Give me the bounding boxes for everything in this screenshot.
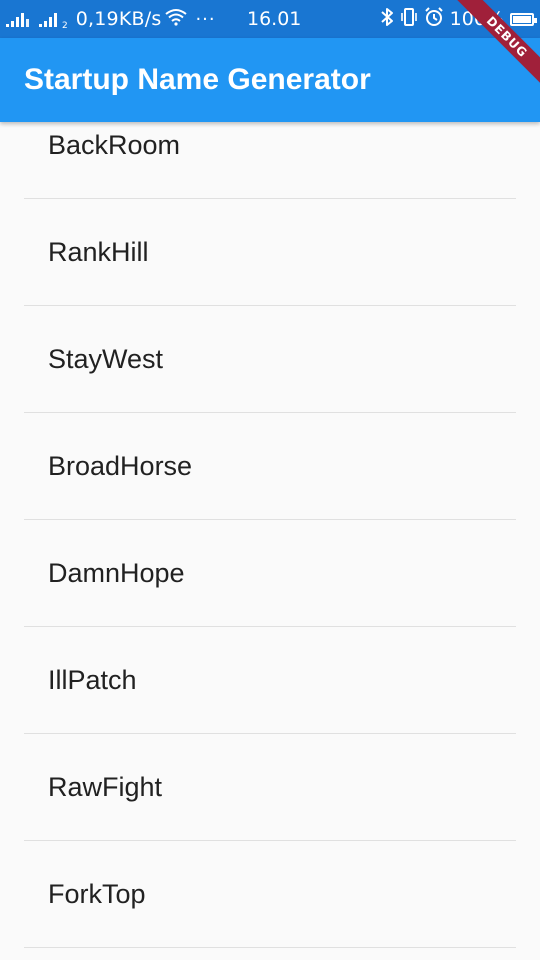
list-item[interactable]: RankHill [24, 199, 516, 306]
status-time: 16.01 [247, 8, 302, 30]
battery-icon [510, 12, 537, 26]
list-item[interactable]: BackRoom [24, 122, 516, 199]
list-item-label: RankHill [48, 237, 149, 267]
list-item[interactable]: ForkTop [24, 841, 516, 948]
signal-icon-sim2 [39, 11, 57, 27]
list-item-label: ForkTop [48, 879, 146, 909]
more-notifications-icon: ··· [195, 8, 216, 30]
network-speed: 0,19KB/s [75, 8, 162, 30]
list-item-label: BroadHorse [48, 451, 193, 481]
signal-icon [6, 11, 29, 27]
list-item[interactable]: StayWest [24, 306, 516, 413]
list-content: BackRoom RankHill StayWest BroadHorse Da… [0, 122, 540, 948]
status-bar: 2 0,19KB/s ··· 16.01 [0, 0, 540, 38]
app-title: Startup Name Generator [24, 63, 371, 96]
list-item-label: IllPatch [48, 665, 137, 695]
list-item[interactable]: IllPatch [24, 627, 516, 734]
app-bar: Startup Name Generator [0, 38, 540, 122]
wifi-icon [165, 8, 188, 31]
alarm-icon [424, 6, 444, 32]
list-item-label: BackRoom [48, 130, 181, 160]
sim-tag: 2 [62, 20, 68, 31]
list-item[interactable]: DamnHope [24, 520, 516, 627]
list-item-label: RawFight [48, 772, 163, 802]
list-item-label: DamnHope [48, 558, 185, 588]
list-item-label: StayWest [48, 344, 164, 374]
startup-name-list[interactable]: BackRoom RankHill StayWest BroadHorse Da… [0, 122, 540, 960]
status-bar-left: 2 0,19KB/s ··· [6, 8, 216, 31]
list-item[interactable]: RawFight [24, 734, 516, 841]
bluetooth-icon [380, 7, 394, 32]
vibrate-icon [400, 7, 418, 32]
list-item[interactable]: BroadHorse [24, 413, 516, 520]
app-screen: 2 0,19KB/s ··· 16.01 Startup Name Genera… [0, 0, 540, 960]
